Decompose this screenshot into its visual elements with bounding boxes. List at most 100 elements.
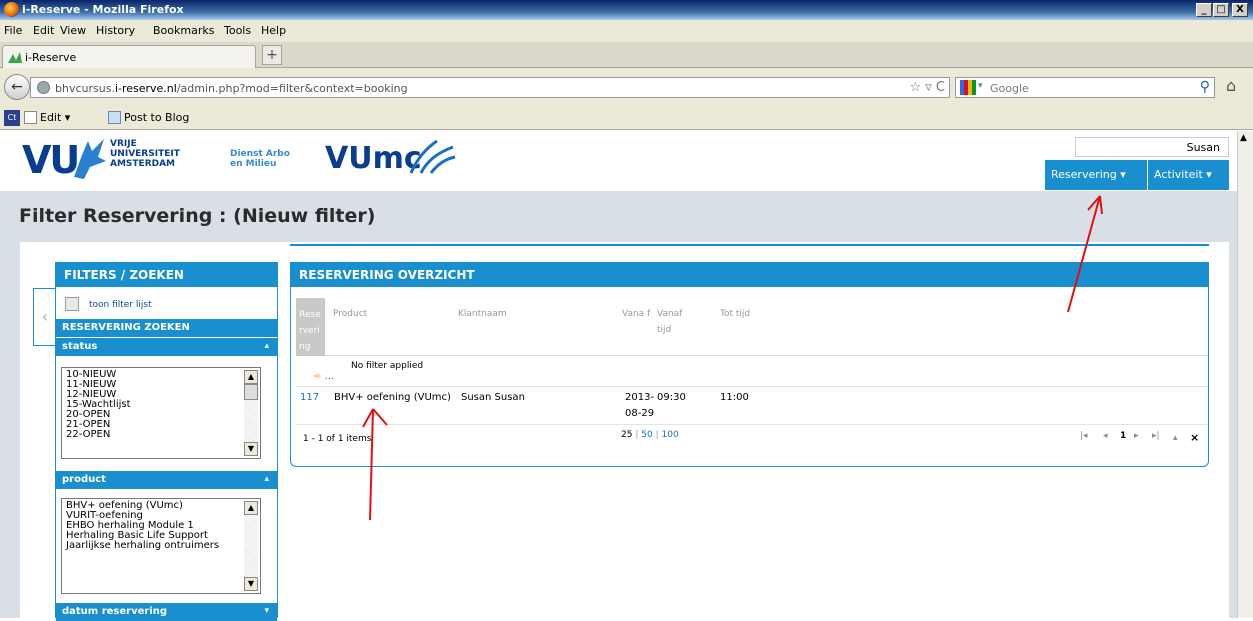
ct-icon[interactable]: Ct <box>4 110 20 126</box>
url-text: bhvcursus.i-reserve.nl/admin.php?mod=fil… <box>55 82 408 95</box>
edit-button[interactable]: Edit ▾ <box>40 111 70 124</box>
date-section-header[interactable]: datum reservering ▾ <box>56 603 277 621</box>
menu-help[interactable]: Help <box>261 24 286 37</box>
collapse-panel-icon[interactable]: ‹ <box>33 288 56 346</box>
scroll-up-icon[interactable]: ▲ <box>244 501 258 515</box>
current-page[interactable]: 1 <box>1120 431 1126 441</box>
listbox-scrollbar[interactable]: ▲ ▼ <box>244 370 258 456</box>
page-size-25[interactable]: 25 <box>621 430 632 440</box>
column-from-time[interactable]: Vanaf tijd <box>657 306 689 338</box>
nav-activiteit[interactable]: Activiteit ▾ <box>1148 160 1229 190</box>
search-icon[interactable]: ⚲ <box>1200 79 1210 95</box>
clear-icon[interactable]: × <box>1190 431 1199 444</box>
sort-icon[interactable]: ▴ <box>1173 433 1178 443</box>
scroll-up-icon[interactable]: ▲ <box>244 370 258 384</box>
status-section-header[interactable]: status ▴ <box>56 338 277 356</box>
last-page-icon[interactable]: ▸| <box>1152 431 1160 441</box>
vumc-wings-icon <box>409 139 456 174</box>
divider <box>296 424 1208 425</box>
row-from-time: 09:30 <box>657 392 686 403</box>
google-icon <box>960 80 976 95</box>
column-from[interactable]: Vana f <box>622 306 652 322</box>
bookmarks-toolbar: Ct Edit ▾ Post to Blog <box>0 106 1253 130</box>
column-product[interactable]: Product <box>333 306 367 322</box>
firefox-icon <box>4 2 19 17</box>
window-title: i-Reserve - Mozilla Firefox <box>22 3 184 16</box>
prev-page-icon[interactable]: ◂ <box>1103 431 1108 441</box>
menu-edit[interactable]: Edit <box>33 24 54 37</box>
menu-bar: File Edit View History Bookmarks Tools H… <box>0 20 1253 42</box>
column-to-time[interactable]: Tot tijd <box>720 306 750 322</box>
filter-list-icon <box>65 297 79 311</box>
row-product: BHV+ oefening (VUmc) <box>334 392 451 403</box>
next-page-icon[interactable]: ▸ <box>1134 431 1139 441</box>
close-window-button[interactable]: X <box>1232 3 1248 17</box>
tab-label: i-Reserve <box>25 51 77 64</box>
row-date: 2013- <box>625 392 655 403</box>
column-client[interactable]: Klantnaam <box>458 306 507 322</box>
column-id[interactable]: Rese rveri ng ID <box>296 298 325 368</box>
back-icon[interactable]: ← <box>4 74 30 100</box>
menu-history[interactable]: History <box>96 24 135 37</box>
page-scrollbar[interactable]: ▲ <box>1237 131 1253 618</box>
bookmark-star-icon[interactable]: ☆ ▿ C <box>909 80 945 95</box>
navigation-bar: ← bhvcursus.i-reserve.nl/admin.php?mod=f… <box>0 68 1253 106</box>
scroll-thumb[interactable] <box>244 384 258 400</box>
row-to-time: 11:00 <box>720 392 749 403</box>
collapse-icon[interactable]: ▴ <box>264 341 269 351</box>
menu-file[interactable]: File <box>4 24 22 37</box>
row-client: Susan Susan <box>461 392 525 403</box>
search-input[interactable]: ▾ Google ⚲ <box>955 77 1215 98</box>
product-section-header[interactable]: product ▴ <box>56 471 277 489</box>
list-item[interactable]: 22-OPEN <box>66 430 256 440</box>
filters-title: FILTERS / ZOEKEN <box>56 263 277 287</box>
list-item[interactable]: Jaarlijkse herhaling ontruimers <box>66 541 256 551</box>
site-identity-icon <box>37 81 50 94</box>
page-size-100[interactable]: 100 <box>662 430 679 440</box>
home-icon[interactable]: ⌂ <box>1226 76 1236 95</box>
griffin-logo-icon <box>74 139 106 179</box>
menu-tools[interactable]: Tools <box>224 24 251 37</box>
edit-icon <box>24 111 37 124</box>
maximize-button[interactable]: □ <box>1213 3 1229 17</box>
status-select[interactable]: 10-NIEUW 11-NIEUW 12-NIEUW 15-Wachtlijst… <box>61 367 261 459</box>
page-size-50[interactable]: 50 <box>641 430 652 440</box>
blog-icon <box>108 111 121 124</box>
scroll-down-icon[interactable]: ▼ <box>244 442 258 456</box>
menu-bookmarks[interactable]: Bookmarks <box>153 24 214 37</box>
university-name: VRIJE UNIVERSITEIT AMSTERDAM <box>110 139 180 169</box>
apply-filter-icon[interactable]: ➾ ... <box>313 371 334 382</box>
row-date: 08-29 <box>625 408 655 419</box>
url-bar[interactable]: bhvcursus.i-reserve.nl/admin.php?mod=fil… <box>30 77 950 98</box>
first-page-icon[interactable]: |◂ <box>1080 431 1088 441</box>
row-id-link[interactable]: 117 <box>300 392 319 403</box>
chevron-down-icon: ▾ <box>978 81 983 91</box>
filter-status: No filter applied <box>351 361 424 371</box>
reservation-search-header: RESERVERING ZOEKEN <box>56 319 277 337</box>
show-filter-list-link[interactable]: toon filter lijst <box>89 300 152 310</box>
expand-icon[interactable]: ▾ <box>264 606 269 616</box>
collapse-icon[interactable]: ▴ <box>264 474 269 484</box>
minimize-button[interactable]: _ <box>1196 3 1212 17</box>
scroll-up-icon[interactable]: ▲ <box>1240 133 1247 143</box>
scroll-down-icon[interactable]: ▼ <box>244 577 258 591</box>
new-tab-button[interactable]: + <box>262 45 282 65</box>
annotation-arrow-icon <box>362 408 388 521</box>
tab-bar: i-Reserve + <box>0 42 1253 68</box>
menu-view[interactable]: View <box>60 24 86 37</box>
tab-ireserve[interactable]: i-Reserve <box>2 45 256 68</box>
site-favicon-icon <box>8 52 22 63</box>
nav-reservering[interactable]: Reservering ▾ <box>1045 160 1147 190</box>
page-size-selector: 25 | 50 | 100 <box>621 430 679 440</box>
listbox-scrollbar[interactable]: ▲ ▼ <box>244 501 258 591</box>
product-select[interactable]: BHV+ oefening (VUmc) VURIT-oefening EHBO… <box>61 498 261 594</box>
user-name[interactable]: Susan <box>1075 137 1229 157</box>
post-to-blog-button[interactable]: Post to Blog <box>124 111 189 124</box>
page-title: Filter Reservering : (Nieuw filter) <box>19 205 376 227</box>
annotation-arrow-icon <box>1067 195 1103 313</box>
search-placeholder: Google <box>990 82 1029 95</box>
filters-panel: FILTERS / ZOEKEN toon filter lijst RESER… <box>55 262 278 621</box>
department-name: Dienst Arbo en Milieu <box>230 149 290 169</box>
window-titlebar: i-Reserve - Mozilla Firefox _ □ X <box>0 0 1253 20</box>
divider <box>296 386 1208 387</box>
